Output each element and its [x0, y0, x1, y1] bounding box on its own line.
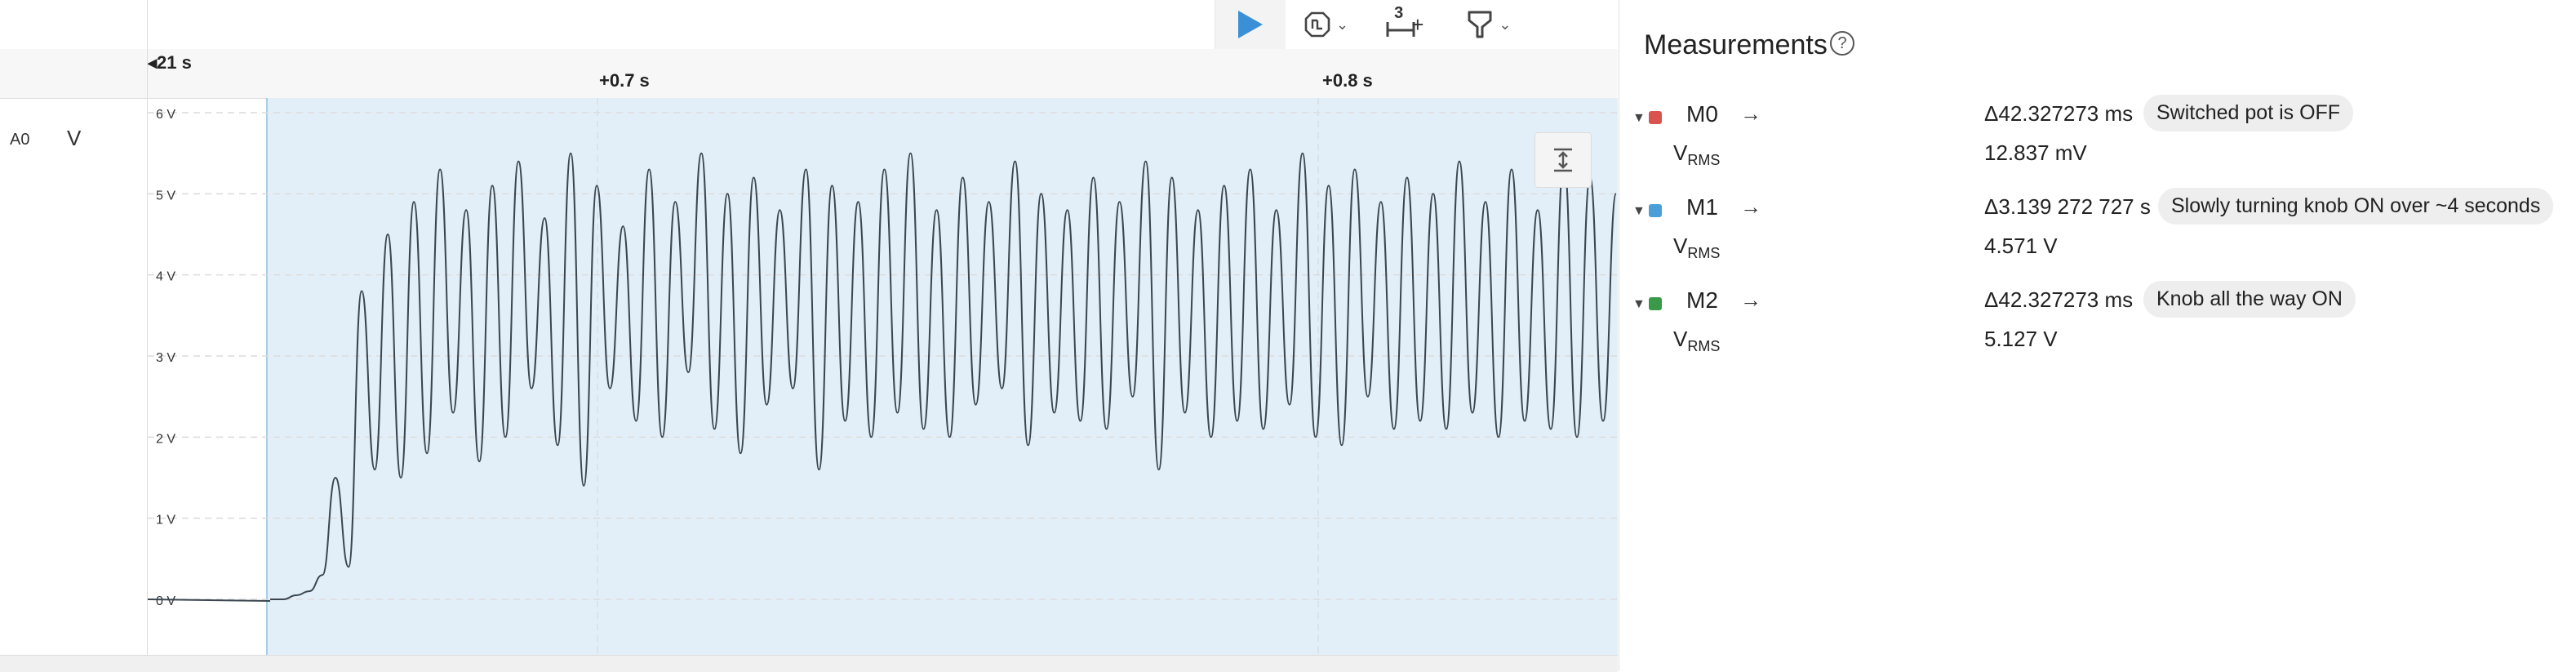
- measurement-quantity: VRMS: [1673, 140, 1720, 169]
- measurement-count: 3: [1394, 3, 1404, 22]
- chevron-down-icon: ⌄: [1336, 16, 1349, 33]
- y-tick-label: 1 V: [156, 514, 175, 527]
- trigger-icon: [1304, 11, 1330, 38]
- y-tick-label: 3 V: [156, 351, 175, 365]
- quantity-symbol: V: [1673, 140, 1688, 165]
- measurement-name: M0: [1686, 101, 1718, 127]
- measurement-note[interactable]: Knob all the way ON: [2143, 281, 2356, 318]
- quantity-subscript: RMS: [1687, 152, 1721, 169]
- caret-down-icon[interactable]: ▼: [1632, 111, 1646, 126]
- measurement-value: 12.837 mV: [1984, 140, 2087, 165]
- toolbar: ⌄ 3 + ⌄: [1215, 0, 1530, 49]
- measurement-name: M1: [1686, 194, 1718, 220]
- measurement-row-m0: ▼ M0 → VRMS Δ42.327273 ms Switched pot i…: [1619, 95, 2576, 191]
- time-ruler[interactable]: ◂21 s +0.7 s +0.8 s: [0, 49, 1618, 99]
- color-swatch[interactable]: [1649, 297, 1662, 310]
- channel-name: A0: [10, 131, 30, 149]
- color-swatch[interactable]: [1649, 111, 1662, 124]
- ruler-start-label: 21 s: [157, 52, 192, 73]
- measurement-quantity: VRMS: [1673, 327, 1720, 355]
- measurement-delta: Δ42.327273 ms: [1984, 287, 2134, 312]
- measurement-value: 4.571 V: [1984, 234, 2058, 258]
- measurement-note[interactable]: Slowly turning knob ON over ~4 seconds: [2158, 188, 2554, 225]
- measurement-quantity: VRMS: [1673, 234, 1720, 262]
- fit-vertical-icon: [1554, 148, 1572, 172]
- ruler-tick-label: +0.7 s: [599, 70, 650, 91]
- measurement-selection-band: [267, 98, 1618, 655]
- horizontal-scrollbar[interactable]: [0, 655, 1618, 672]
- y-tick-label: 4 V: [156, 270, 175, 284]
- caret-down-icon[interactable]: ▼: [1632, 297, 1646, 312]
- caret-down-icon[interactable]: ▼: [1632, 204, 1646, 219]
- fit-vertical-button[interactable]: [1534, 132, 1592, 188]
- quantity-symbol: V: [1673, 234, 1688, 258]
- ruler-tick-label: +0.8 s: [1322, 70, 1373, 91]
- waveform-panel: ⌄ 3 + ⌄ ◂21 s +0.7 s +0.8 s A0 V 6 V 5 V 4…: [0, 0, 1618, 672]
- measurement-name: M2: [1686, 287, 1718, 313]
- trigger-menu-button[interactable]: ⌄: [1286, 0, 1366, 49]
- quantity-subscript: RMS: [1687, 338, 1721, 355]
- waveform-plot[interactable]: 6 V 5 V 4 V 3 V 2 V 1 V 0 V: [148, 98, 1618, 655]
- play-button[interactable]: [1215, 0, 1286, 49]
- channel-unit[interactable]: V: [67, 126, 81, 151]
- play-icon: [1238, 11, 1263, 38]
- marker-menu-button[interactable]: ⌄: [1466, 0, 1529, 49]
- measurements-title: Measurements: [1644, 29, 1828, 60]
- marker-icon: [1468, 11, 1492, 38]
- plus-label: +: [1411, 11, 1424, 37]
- color-swatch[interactable]: [1649, 204, 1662, 217]
- arrow-right-icon[interactable]: →: [1740, 194, 1761, 220]
- quantity-symbol: V: [1673, 327, 1688, 351]
- ruler-start-marker: ◂21 s: [148, 52, 192, 73]
- measurement-note[interactable]: Switched pot is OFF: [2143, 95, 2354, 131]
- measurement-row-m1: ▼ M1 → VRMS Δ3.139 272 727 s Slowly turn…: [1619, 188, 2576, 284]
- y-tick-label: 0 V: [156, 594, 175, 608]
- measurement-delta: Δ3.139 272 727 s: [1984, 194, 2151, 219]
- add-measurement-button[interactable]: 3 +: [1366, 0, 1466, 49]
- y-tick-label: 6 V: [156, 108, 175, 122]
- measurement-value: 5.127 V: [1984, 327, 2058, 351]
- measurements-panel: Measurements ? ▼ M0 → VRMS Δ42.327273 ms…: [1619, 0, 2576, 671]
- help-icon[interactable]: ?: [1830, 31, 1854, 56]
- arrow-right-icon[interactable]: →: [1740, 287, 1761, 313]
- chevron-down-icon: ⌄: [1499, 16, 1512, 33]
- quantity-subscript: RMS: [1687, 245, 1721, 262]
- measurement-row-m2: ▼ M2 → VRMS Δ42.327273 ms Knob all the w…: [1619, 281, 2576, 377]
- arrow-right-icon[interactable]: →: [1740, 101, 1761, 127]
- y-tick-label: 2 V: [156, 432, 175, 446]
- measurement-delta: Δ42.327273 ms: [1984, 101, 2134, 126]
- y-tick-label: 5 V: [156, 189, 175, 202]
